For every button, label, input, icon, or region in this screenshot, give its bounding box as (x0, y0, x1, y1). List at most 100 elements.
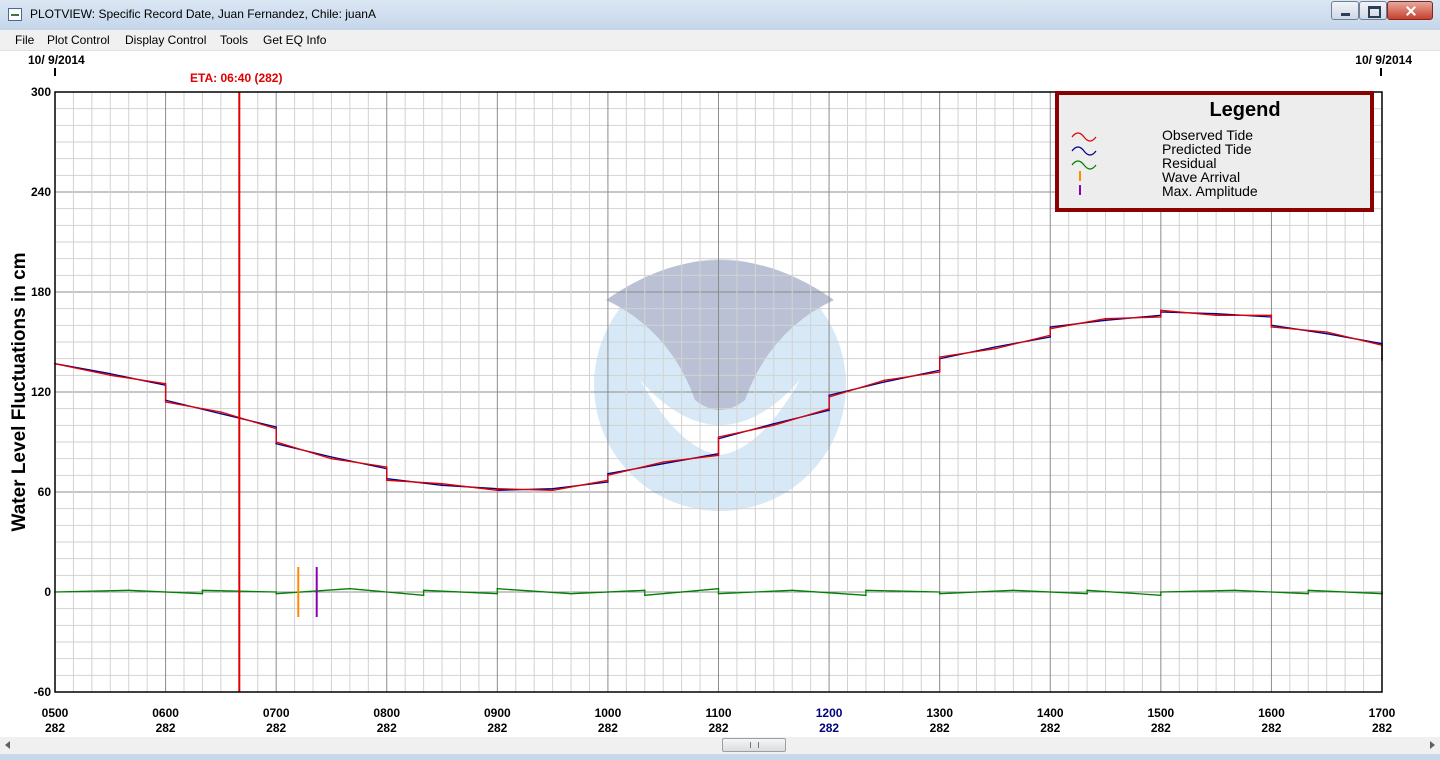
x-tick-label: 0600 (152, 706, 179, 720)
date-label-right: 10/ 9/2014 (1355, 53, 1412, 67)
data-point (496, 487, 499, 490)
scroll-thumb[interactable] (722, 738, 786, 752)
title-bar: PLOTVIEW: Specific Record Date, Juan Fer… (0, 0, 1440, 30)
data-point (1160, 594, 1162, 597)
data-point (828, 407, 830, 410)
data-point (1233, 589, 1236, 592)
y-tick-label: -60 (34, 685, 52, 699)
x-axis-ticks: 0500282060028207002820800282090028210002… (42, 706, 1396, 735)
x-tick-label: 0800 (373, 706, 400, 720)
eta-label: ETA: 06:40 (282) (190, 71, 282, 85)
menu-file[interactable]: File (15, 33, 34, 47)
data-point (717, 592, 720, 595)
data-point (1160, 309, 1162, 312)
data-point (717, 454, 720, 457)
data-point (607, 479, 609, 482)
data-point (275, 426, 277, 428)
menu-tools[interactable]: Tools (220, 33, 248, 47)
y-axis-label: Water Level Fluctuations in cm (9, 252, 30, 531)
y-axis-ticks: -60 0 60 120 180 240 300 (31, 85, 51, 699)
data-point (551, 487, 554, 490)
horizontal-scrollbar[interactable] (0, 737, 1440, 754)
app-icon (8, 8, 22, 21)
data-point (938, 371, 941, 373)
y-tick-label: 120 (31, 385, 51, 399)
x-tick-label: 1400 (1037, 706, 1064, 720)
data-point (496, 592, 499, 595)
data-point (643, 594, 646, 597)
data-point (275, 592, 277, 595)
data-point (938, 591, 941, 593)
data-point (1215, 312, 1217, 315)
data-point (441, 484, 443, 487)
data-point (828, 394, 830, 397)
data-point (1160, 316, 1162, 318)
data-point (1270, 326, 1273, 328)
scroll-left-arrow[interactable] (0, 737, 17, 754)
data-point (1049, 326, 1052, 328)
y-tick-label: 300 (31, 85, 51, 99)
data-point (275, 591, 277, 593)
data-point (1104, 319, 1107, 322)
menu-display-control[interactable]: Display Control (125, 33, 206, 47)
data-point (164, 401, 167, 403)
scroll-right-arrow[interactable] (1423, 737, 1440, 754)
data-point (938, 356, 941, 358)
x-tick-label: 0700 (263, 706, 290, 720)
data-point (1086, 589, 1088, 592)
tide-chart: 10/ 9/2014 10/ 9/2014 ETA: 06:40 (282) W… (9, 53, 1412, 735)
data-point (220, 412, 222, 415)
window-bottom-border (0, 754, 1440, 760)
data-point (385, 466, 388, 468)
window-title: PLOTVIEW: Specific Record Date, Juan Fer… (30, 7, 376, 21)
data-point (607, 474, 609, 477)
data-point (164, 382, 167, 385)
menu-bar: File Plot Control Display Control Tools … (0, 30, 1440, 51)
legend: Legend Observed TidePredicted TideResidu… (1055, 91, 1374, 212)
data-point (938, 592, 941, 595)
data-point (1012, 589, 1015, 592)
menu-plot-control[interactable]: Plot Control (47, 33, 110, 47)
data-point (883, 381, 886, 383)
close-button[interactable] (1387, 1, 1433, 20)
data-point (828, 396, 830, 398)
legend-title: Legend (1209, 99, 1280, 121)
data-point (551, 489, 554, 492)
data-point (1049, 334, 1052, 337)
x-tick-day-label: 282 (45, 721, 65, 735)
data-point (772, 424, 775, 427)
data-point (201, 589, 204, 592)
x-tick-day-label: 282 (1040, 721, 1060, 735)
x-tick-day-label: 282 (598, 721, 618, 735)
x-tick-label: 1700 (1369, 706, 1396, 720)
data-point (717, 436, 720, 438)
data-point (570, 592, 572, 595)
x-tick-day-label: 282 (156, 721, 176, 735)
data-point (441, 482, 443, 485)
x-tick-day-label: 282 (930, 721, 950, 735)
data-point (496, 587, 499, 590)
data-point (883, 379, 886, 382)
x-tick-label: 0500 (42, 706, 69, 720)
y-tick-label: 180 (31, 285, 51, 299)
data-point (607, 472, 609, 475)
x-tick-day-label: 282 (819, 721, 839, 735)
data-point (865, 594, 867, 597)
y-tick-label: 240 (31, 185, 51, 199)
data-point (422, 589, 425, 592)
data-point (1104, 317, 1107, 320)
x-tick-label: 1600 (1258, 706, 1285, 720)
x-tick-label: 1500 (1147, 706, 1174, 720)
data-point (717, 587, 720, 590)
maximize-button[interactable] (1359, 1, 1387, 20)
x-tick-day-label: 282 (1151, 721, 1171, 735)
data-point (994, 347, 996, 350)
x-tick-label: 1300 (926, 706, 953, 720)
x-tick-day-label: 282 (266, 721, 286, 735)
minimize-button[interactable] (1331, 1, 1359, 20)
data-point (496, 489, 499, 492)
data-point (1307, 592, 1310, 595)
noaa-logo-watermark (594, 259, 846, 511)
x-tick-label: 1100 (705, 706, 731, 720)
menu-get-eq-info[interactable]: Get EQ Info (263, 33, 326, 47)
